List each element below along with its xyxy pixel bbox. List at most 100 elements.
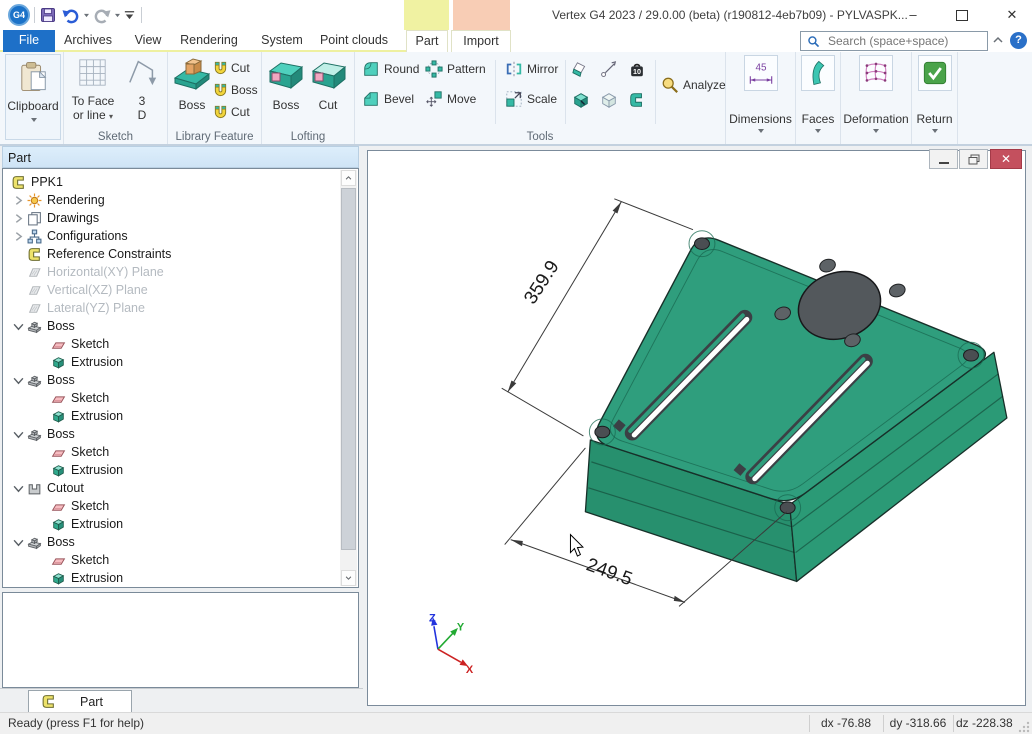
sketch-3d-button[interactable]: 3	[124, 94, 160, 108]
scroll-up-icon[interactable]	[341, 170, 356, 186]
document-restore-button[interactable]	[959, 149, 988, 169]
undo-icon[interactable]	[61, 7, 81, 24]
dimensions-dropdown-icon[interactable]	[757, 128, 765, 134]
library-cut-button[interactable]: Cut	[213, 60, 250, 75]
tree-item-horizontal-xy-plane[interactable]: Horizontal(XY) Plane	[3, 263, 340, 281]
ribbon-tab-import[interactable]: Import	[451, 30, 511, 52]
clipboard-button[interactable]: Clipboard	[5, 54, 61, 140]
measure-icon[interactable]	[600, 61, 618, 79]
tree-item-extrusion[interactable]: Extrusion	[3, 569, 340, 587]
tree-item-boss[interactable]: Boss	[3, 533, 340, 551]
search-box[interactable]	[800, 31, 988, 51]
bevel-button[interactable]: Bevel	[362, 90, 414, 108]
minimize-button[interactable]: –	[899, 5, 927, 25]
chevron-expanded-icon[interactable]	[13, 537, 24, 548]
chevron-collapsed-icon[interactable]	[13, 231, 24, 242]
customize-toolbar-icon[interactable]	[123, 9, 136, 21]
dimension-length-value[interactable]: 359.9	[520, 257, 563, 308]
redo-dropdown-icon[interactable]	[114, 13, 121, 18]
redo-icon[interactable]	[92, 7, 112, 24]
scale-button[interactable]: Scale	[505, 90, 557, 108]
app-logo[interactable]: G4	[8, 4, 30, 26]
tree-item-sketch[interactable]: Sketch	[3, 551, 340, 569]
chevron-collapsed-icon[interactable]	[13, 213, 24, 224]
tree-item-extrusion[interactable]: Extrusion	[3, 353, 340, 371]
scrollbar-thumb[interactable]	[341, 188, 356, 550]
tree-item-sketch[interactable]: Sketch	[3, 389, 340, 407]
library-cut2-button[interactable]: Cut	[213, 104, 250, 119]
deformation-button[interactable]: Deformation	[841, 112, 911, 126]
wireframe-cube-icon[interactable]	[600, 91, 618, 109]
round-button[interactable]: Round	[362, 60, 419, 78]
panel-tab-part[interactable]: Part	[28, 690, 132, 712]
document-close-button[interactable]: ✕	[990, 149, 1022, 169]
tree-item-drawings[interactable]: Drawings	[3, 209, 340, 227]
library-boss-small-button[interactable]: Boss	[213, 82, 258, 97]
help-button[interactable]: ?	[1010, 32, 1027, 49]
to-face-button[interactable]: To Face	[64, 94, 122, 108]
undo-dropdown-icon[interactable]	[83, 13, 90, 18]
deformation-dropdown-icon[interactable]	[872, 128, 880, 134]
document-minimize-button[interactable]	[929, 149, 958, 169]
lofting-boss-button[interactable]: Boss	[262, 98, 310, 112]
chevron-expanded-icon[interactable]	[13, 429, 24, 440]
return-button[interactable]: Return	[912, 112, 957, 126]
analyze-button[interactable]: Analyze	[661, 76, 726, 94]
lofting-boss-icon[interactable]	[268, 60, 304, 90]
tree-item-extrusion[interactable]: Extrusion	[3, 515, 340, 533]
ribbon-tab-view[interactable]: View	[128, 30, 168, 52]
tree-item-sketch[interactable]: Sketch	[3, 335, 340, 353]
tree-item-boss[interactable]: Boss	[3, 425, 340, 443]
mirror-button[interactable]: Mirror	[505, 60, 558, 78]
search-input[interactable]	[826, 33, 987, 49]
part-feature-icon[interactable]	[628, 91, 646, 109]
ribbon-tab-rendering[interactable]: Rendering	[180, 30, 238, 52]
tree-item-boss[interactable]: Boss	[3, 371, 340, 389]
pattern-button[interactable]: Pattern	[425, 60, 486, 78]
tree-item-configurations[interactable]: Configurations	[3, 227, 340, 245]
ribbon-tab-part[interactable]: Part	[406, 30, 448, 52]
library-boss-button[interactable]: Boss	[168, 98, 216, 112]
ribbon-tab-file[interactable]: File	[3, 30, 55, 52]
ribbon-tab-point-clouds[interactable]: Point clouds	[318, 30, 390, 52]
chevron-expanded-icon[interactable]	[13, 375, 24, 386]
solid-cube-icon[interactable]	[572, 91, 590, 109]
scroll-down-icon[interactable]	[341, 570, 356, 586]
dimension-width-value[interactable]: 249.5	[583, 554, 635, 590]
sketch-to-face-icon[interactable]	[78, 58, 107, 87]
chevron-expanded-icon[interactable]	[13, 321, 24, 332]
tree-scrollbar[interactable]	[340, 170, 357, 586]
to-face-button-line2[interactable]: or line ▾	[64, 108, 122, 122]
model-view[interactable]: 359.9 249.5 Z Y X	[368, 151, 1025, 705]
chevron-collapsed-icon[interactable]	[13, 195, 24, 206]
viewport-canvas[interactable]: 359.9 249.5 Z Y X	[367, 150, 1026, 706]
faces-dropdown-icon[interactable]	[814, 128, 822, 134]
tree-item-vertical-xz-plane[interactable]: Vertical(XZ) Plane	[3, 281, 340, 299]
dimensions-icon[interactable]: 45	[744, 55, 778, 91]
deformation-icon[interactable]	[859, 55, 893, 91]
chevron-expanded-icon[interactable]	[13, 483, 24, 494]
weight-icon[interactable]: 10	[628, 61, 646, 79]
tree-item-extrusion[interactable]: Extrusion	[3, 407, 340, 425]
lofting-cut-button[interactable]: Cut	[306, 98, 350, 112]
faces-icon[interactable]	[801, 55, 835, 91]
clipboard-dropdown-icon[interactable]	[30, 117, 38, 123]
tree-item-reference-constraints[interactable]: Reference Constraints	[3, 245, 340, 263]
return-icon[interactable]	[918, 55, 952, 91]
tree-item-sketch[interactable]: Sketch	[3, 497, 340, 515]
ribbon-tab-system[interactable]: System	[258, 30, 306, 52]
faces-button[interactable]: Faces	[796, 112, 840, 126]
collapse-ribbon-icon[interactable]	[992, 35, 1004, 45]
tree-item-lateral-yz-plane[interactable]: Lateral(YZ) Plane	[3, 299, 340, 317]
delete-face-icon[interactable]	[572, 61, 590, 79]
save-icon[interactable]	[40, 7, 56, 23]
close-button[interactable]: ✕	[998, 5, 1026, 25]
library-boss-icon[interactable]	[173, 57, 211, 91]
return-dropdown-icon[interactable]	[931, 128, 939, 134]
resize-grip[interactable]	[1018, 721, 1030, 733]
dimensions-button[interactable]: Dimensions	[726, 112, 795, 126]
maximize-button[interactable]	[948, 5, 976, 25]
tree-item-sketch[interactable]: Sketch	[3, 443, 340, 461]
tree-item-rendering[interactable]: Rendering	[3, 191, 340, 209]
tree-item-extrusion[interactable]: Extrusion	[3, 461, 340, 479]
